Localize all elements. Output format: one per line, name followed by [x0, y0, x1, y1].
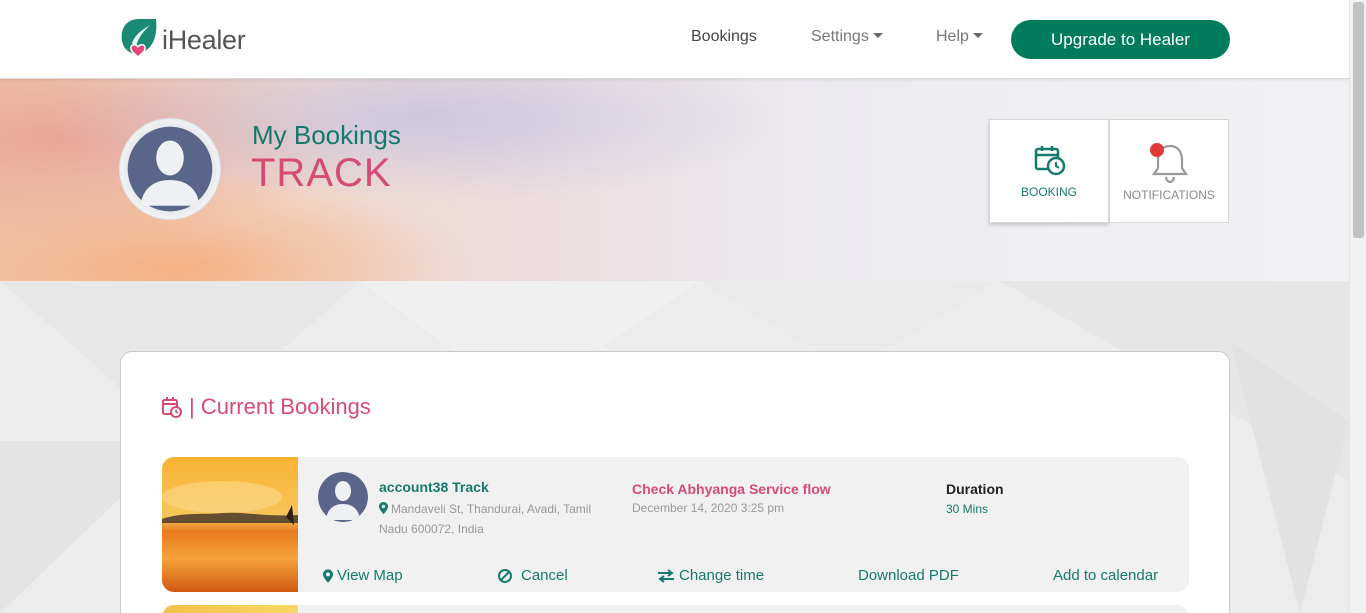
download-pdf-link[interactable]: Download PDF — [858, 567, 959, 584]
account-name[interactable]: account38 Track — [379, 479, 489, 495]
current-bookings-heading: | Current Bookings — [162, 394, 371, 420]
section-title-text: | Current Bookings — [189, 394, 371, 419]
leaf-heart-logo-icon — [121, 19, 157, 59]
add-to-calendar-link[interactable]: Add to calendar — [1053, 567, 1158, 584]
calendar-clock-icon — [162, 397, 182, 418]
change-time-link[interactable]: Change time — [657, 567, 764, 584]
change-time-label: Change time — [679, 567, 765, 584]
user-placeholder-icon — [124, 123, 216, 215]
page-title: TRACK — [251, 151, 392, 195]
exchange-arrows-icon — [658, 568, 674, 583]
duration-value: 30 Mins — [946, 502, 989, 516]
nav-settings-dropdown[interactable]: Settings — [811, 28, 883, 46]
nav-settings-label: Settings — [811, 28, 869, 45]
view-map-label: View Map — [337, 567, 403, 584]
booking-item: account38 Track Mandaveli St, Thandurai,… — [162, 457, 1189, 592]
booking-tile[interactable]: BOOKING — [989, 119, 1109, 223]
calendar-clock-icon — [1034, 146, 1066, 176]
notifications-tile-label: NOTIFICATIONS — [1123, 188, 1215, 202]
address-text: Mandaveli St, Thandurai, Avadi, Tamil Na… — [379, 502, 592, 536]
booking-tile-label: BOOKING — [1020, 185, 1077, 199]
cancel-label: Cancel — [521, 567, 568, 584]
healer-avatar[interactable] — [318, 472, 368, 522]
duration-label: Duration — [946, 481, 1004, 497]
service-image — [162, 605, 298, 613]
top-navbar: iHealer Bookings Settings Help Upgrade t… — [0, 0, 1349, 79]
nav-help-dropdown[interactable]: Help — [936, 28, 983, 46]
caret-down-icon — [972, 33, 983, 38]
map-pin-icon — [379, 502, 388, 514]
nav-help-label: Help — [936, 28, 969, 45]
page-subtitle: My Bookings — [252, 120, 401, 150]
notification-dot — [1150, 143, 1164, 157]
profile-avatar[interactable] — [120, 119, 220, 219]
view-map-link[interactable]: View Map — [323, 567, 403, 584]
booking-address: Mandaveli St, Thandurai, Avadi, Tamil Na… — [379, 499, 619, 539]
caret-down-icon — [872, 33, 883, 38]
service-image — [162, 457, 298, 592]
service-name[interactable]: Check Abhyanga Service flow — [632, 481, 831, 497]
upgrade-to-healer-button[interactable]: Upgrade to Healer — [1011, 20, 1230, 59]
notifications-tile[interactable]: NOTIFICATIONS — [1109, 119, 1229, 223]
bell-icon — [1150, 143, 1189, 184]
brand-logo[interactable]: iHealer — [118, 14, 268, 66]
map-pin-icon — [323, 568, 333, 583]
ban-icon — [498, 568, 512, 583]
scrollbar-thumb[interactable] — [1353, 2, 1364, 238]
booking-datetime: December 14, 2020 3:25 pm — [632, 501, 785, 515]
cancel-booking-link[interactable]: Cancel — [497, 567, 568, 584]
page-scrollbar[interactable] — [1349, 0, 1366, 613]
brand-name: iHealer — [162, 24, 246, 55]
booking-item — [162, 605, 1189, 613]
user-placeholder-icon — [318, 472, 368, 522]
nav-bookings-link[interactable]: Bookings — [691, 28, 757, 46]
